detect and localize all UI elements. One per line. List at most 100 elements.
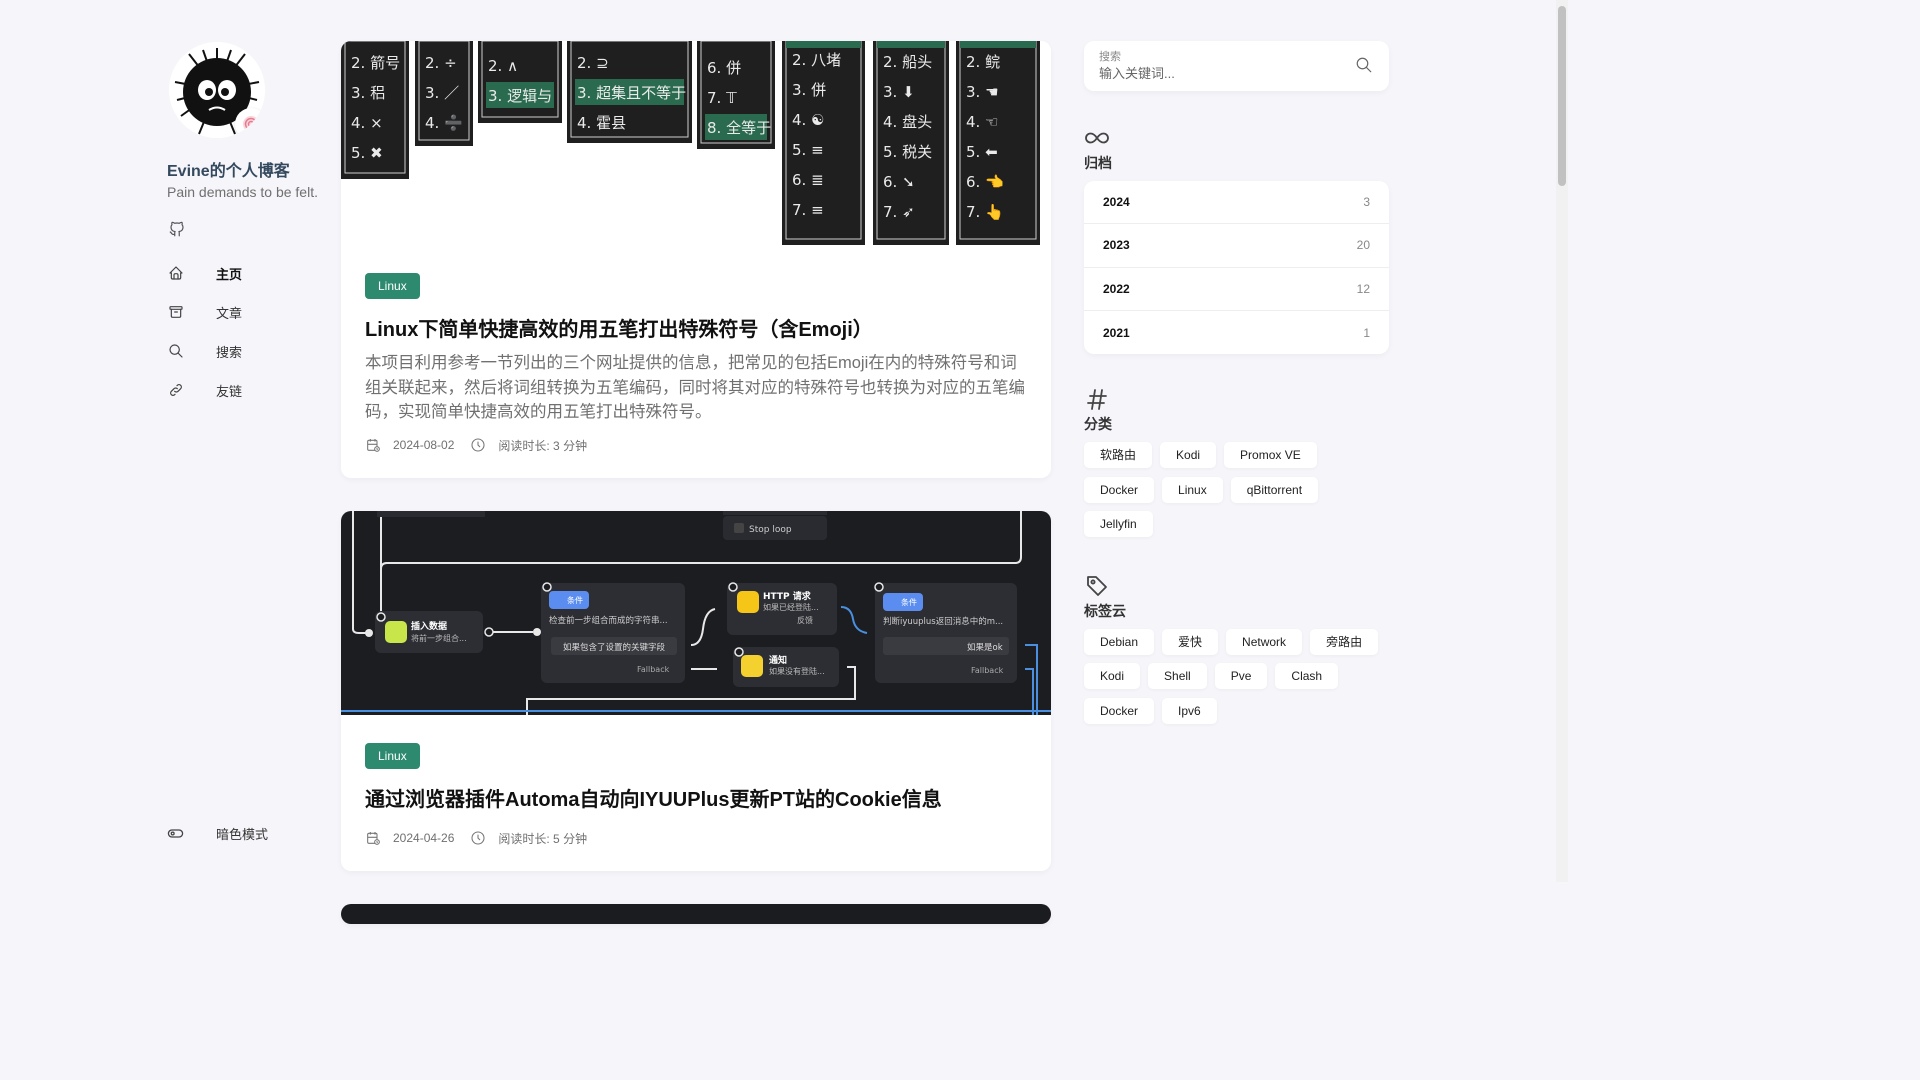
clock-icon — [471, 831, 485, 845]
right-sidebar: 搜索 归档 2024 3 2023 20 2022 12 2021 1 分类 软路由 K… — [1084, 41, 1389, 732]
tag-chip[interactable]: 旁路由 — [1310, 628, 1379, 655]
post-title[interactable]: 通过浏览器插件Automa自动向IYUUPlus更新PT站的Cookie信息 — [365, 783, 1027, 812]
archive-year: 2023 — [1103, 238, 1130, 253]
post-title[interactable]: Linux下简单快捷高效的用五笔打出特殊符号（含Emoji） — [365, 313, 1027, 342]
archive-year: 2022 — [1103, 281, 1130, 296]
archive-count: 3 — [1363, 195, 1370, 210]
svg-text:2. 鲩: 2. 鲩 — [966, 53, 1000, 71]
category-chip[interactable]: 软路由 — [1084, 442, 1153, 469]
svg-text:2. ÷: 2. ÷ — [425, 54, 457, 72]
search-icon — [169, 344, 183, 358]
nav-item-search[interactable]: 搜索 — [167, 340, 242, 362]
dark-mode-label: 暗色模式 — [216, 827, 269, 842]
category-chip[interactable]: qBittorrent — [1230, 476, 1319, 503]
github-icon[interactable] — [168, 220, 186, 238]
svg-text:反馈: 反馈 — [797, 615, 813, 625]
archive-row[interactable]: 2024 3 — [1084, 181, 1389, 225]
svg-text:5. ⬅: 5. ⬅ — [966, 143, 998, 161]
svg-text:将前一步组合...: 将前一步组合... — [411, 633, 467, 643]
post-card[interactable]: 2. 箭号 3. 稆 4. × 5. ✖ 2. ÷ 3. ／ 4. ➗ 2. ∧ 3. 逻辑与 2… — [341, 41, 1051, 478]
infinity-icon — [1085, 132, 1109, 144]
calendar-icon — [367, 832, 380, 845]
search-icon[interactable] — [1355, 56, 1373, 74]
category-chip[interactable]: Linux — [1162, 476, 1223, 503]
post-card[interactable]: Stop loop 插入数据 将前一步组合... 条件 检查前一步组合而成的字符串...… — [341, 510, 1051, 871]
avatar[interactable] — [169, 42, 265, 138]
dark-mode-toggle[interactable]: 暗色模式 — [167, 824, 268, 843]
archive-year: 2021 — [1103, 325, 1130, 340]
tag-chip[interactable]: Clash — [1275, 663, 1339, 690]
category-chip[interactable]: Kodi — [1160, 442, 1217, 469]
archive-row[interactable]: 2021 1 — [1084, 311, 1389, 354]
category-chip[interactable]: Promox VE — [1224, 442, 1317, 469]
tag-chip[interactable]: Shell — [1148, 663, 1207, 690]
svg-text:4. ☜: 4. ☜ — [966, 113, 999, 131]
tag-chip[interactable]: 爱快 — [1162, 628, 1219, 655]
search-input[interactable] — [1099, 66, 1339, 81]
tag-chip[interactable]: Kodi — [1084, 663, 1141, 690]
nav-item-home[interactable]: 主页 — [167, 262, 242, 284]
post-date: 2024-08-02 — [393, 438, 455, 452]
post-excerpt: 本项目利用参考一节列出的三个网址提供的信息，把常见的包括Emoji在内的特殊符号… — [365, 354, 1025, 421]
archive-count: 12 — [1356, 281, 1370, 296]
post-cover-image[interactable]: Stop loop 插入数据将前一步组合... 条件检查前一步组合而成的字符串...… — [341, 510, 1051, 715]
nav-item-articles[interactable]: 文章 — [167, 301, 242, 323]
hash-icon — [1087, 389, 1107, 411]
archives-widget: 归档 2024 3 2023 20 2022 12 2021 1 — [1084, 125, 1389, 355]
clock-icon — [471, 438, 485, 452]
page-scrollbar[interactable] — [1556, 0, 1568, 882]
tag-chip[interactable]: Ipv6 — [1162, 697, 1217, 724]
reading-time: 阅读时长: 3 分钟 — [498, 438, 588, 453]
svg-text:Stop loop: Stop loop — [749, 525, 792, 535]
tag-chip[interactable]: Network — [1226, 628, 1303, 655]
svg-text:4. ➗: 4. ➗ — [425, 114, 463, 132]
archive-row[interactable]: 2022 12 — [1084, 268, 1389, 311]
nav-label-articles: 文章 — [216, 305, 243, 321]
nav-label-search: 搜索 — [216, 344, 243, 360]
archive-row[interactable]: 2023 20 — [1084, 224, 1389, 268]
tag-chip[interactable]: Docker — [1084, 697, 1155, 724]
scrollbar-thumb[interactable] — [1558, 6, 1566, 186]
archive-count: 20 — [1356, 238, 1370, 253]
category-chip[interactable]: Jellyfin — [1084, 511, 1153, 538]
category-chips: 软路由 Kodi Promox VE Docker Linux qBittorr… — [1084, 442, 1389, 546]
toggle-icon — [167, 829, 184, 838]
svg-text:Fallback: Fallback — [637, 665, 670, 674]
search-label: 搜索 — [1099, 51, 1121, 63]
svg-text:插入数据: 插入数据 — [411, 620, 447, 632]
svg-text:通知: 通知 — [769, 654, 787, 666]
tag-chip[interactable]: Pve — [1214, 663, 1268, 690]
svg-text:条件: 条件 — [901, 597, 917, 607]
svg-text:3. ⬇: 3. ⬇ — [883, 83, 915, 101]
svg-text:4. 霍县: 4. 霍县 — [577, 114, 626, 132]
category-tag[interactable]: Linux — [365, 742, 420, 769]
svg-text:3. ／: 3. ／ — [425, 84, 459, 102]
category-chip[interactable]: Docker — [1084, 476, 1155, 503]
archives-title: 归档 — [1084, 155, 1112, 171]
archive-box-icon — [169, 306, 183, 318]
svg-text:2. 八堵: 2. 八堵 — [792, 51, 841, 69]
svg-text:3. 稆: 3. 稆 — [351, 84, 385, 102]
svg-text:6. ➘: 6. ➘ — [883, 173, 915, 191]
svg-text:4. ×: 4. × — [351, 114, 383, 132]
search-widget: 搜索 — [1084, 41, 1389, 91]
svg-text:6. 👈: 6. 👈 — [966, 173, 1004, 191]
post-date: 2024-04-26 — [393, 831, 455, 845]
post-cover-image[interactable]: 2. 箭号 3. 稆 4. × 5. ✖ 2. ÷ 3. ／ 4. ➗ 2. ∧ 3. 逻辑与 2… — [341, 41, 1051, 245]
archive-list: 2024 3 2023 20 2022 12 2021 1 — [1084, 181, 1389, 355]
site-title[interactable]: Evine的个人博客 — [167, 157, 290, 181]
tags-title: 标签云 — [1084, 602, 1126, 619]
nav-label-links: 友链 — [216, 383, 243, 399]
svg-text:如果没有登陆...: 如果没有登陆... — [769, 666, 825, 676]
category-tag[interactable]: Linux — [365, 273, 420, 299]
svg-text:3. 逻辑与: 3. 逻辑与 — [488, 87, 552, 105]
svg-text:5. ✖: 5. ✖ — [351, 144, 383, 162]
svg-text:如果是ok: 如果是ok — [967, 642, 1003, 653]
svg-text:条件: 条件 — [567, 595, 583, 605]
tag-chip[interactable]: Debian — [1084, 628, 1155, 655]
nav-item-links[interactable]: 友链 — [167, 379, 242, 401]
home-icon — [169, 266, 183, 280]
categories-title: 分类 — [1084, 416, 1112, 433]
post-card[interactable] — [341, 903, 1051, 924]
categories-widget: 分类 软路由 Kodi Promox VE Docker Linux qBitt… — [1084, 386, 1389, 546]
